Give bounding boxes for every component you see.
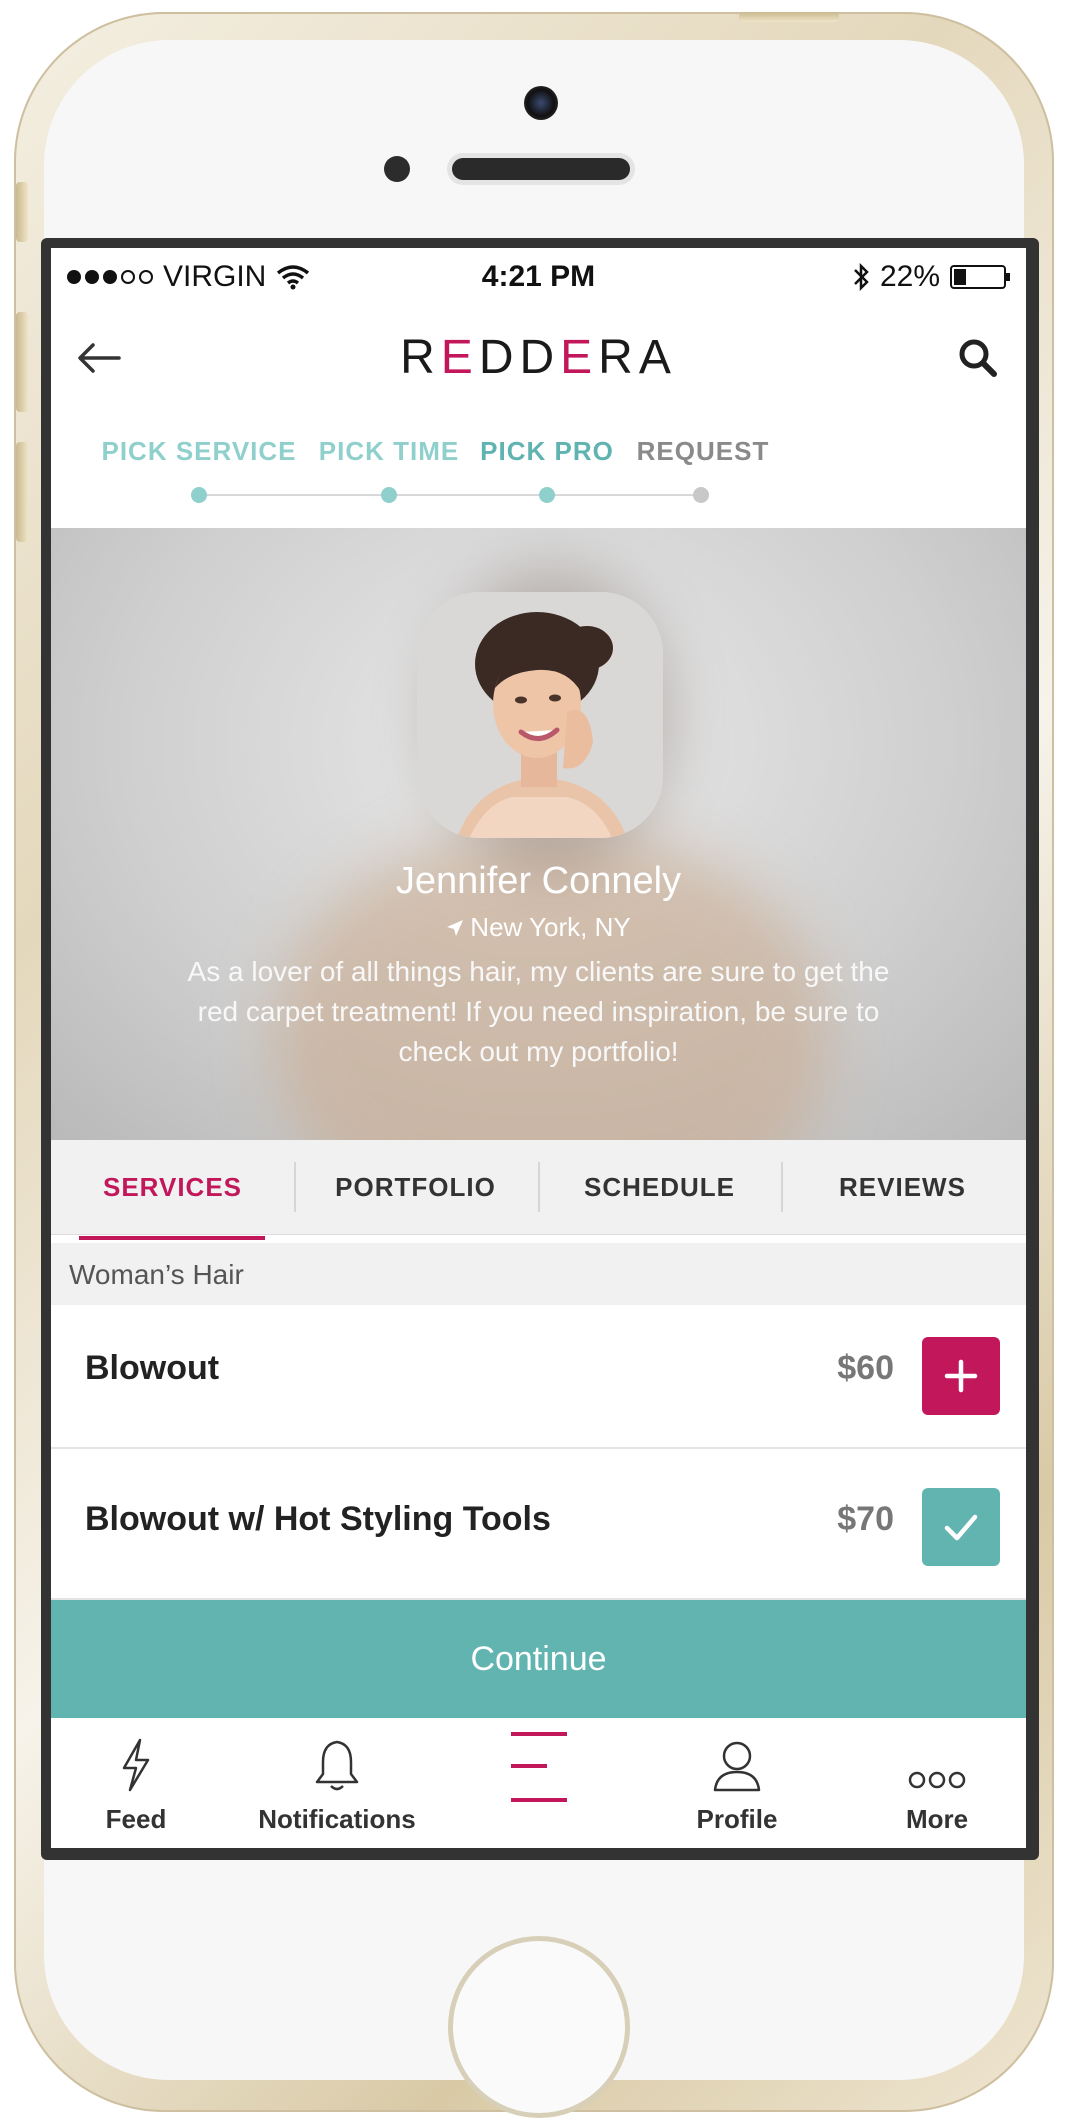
- profile-header: Jennifer Connely New York, NY As a lover…: [51, 528, 1026, 1140]
- service-row[interactable]: Blowout $60: [51, 1305, 1026, 1449]
- nav-profile[interactable]: Profile: [637, 1728, 837, 1848]
- service-name: Blowout: [85, 1349, 220, 1387]
- profile-tabs: SERVICES PORTFOLIO SCHEDULE REVIEWS: [51, 1140, 1026, 1235]
- selected-service-button[interactable]: [922, 1488, 1000, 1566]
- bluetooth-icon: [854, 262, 869, 292]
- home-button[interactable]: [448, 1936, 630, 2118]
- user-icon: [713, 1741, 761, 1792]
- booking-progress: PICK SERVICE PICK TIME PICK PRO REQUEST: [51, 428, 1026, 508]
- nav-feed[interactable]: Feed: [51, 1728, 236, 1848]
- menu-icon: [511, 1732, 567, 1802]
- active-tab-indicator: [79, 1236, 265, 1240]
- battery-percent: 22%: [879, 260, 940, 293]
- mute-switch: [16, 182, 28, 242]
- nav-label: Feed: [105, 1804, 167, 1834]
- step-dot: [539, 487, 555, 503]
- plus-icon: [944, 1359, 978, 1393]
- step-dot: [191, 487, 207, 503]
- search-icon[interactable]: [950, 330, 1006, 386]
- step-dot: [381, 487, 397, 503]
- nav-label: Notifications: [258, 1804, 416, 1834]
- status-right: 22%: [852, 260, 1010, 294]
- battery-icon: [950, 265, 1010, 289]
- pro-name: Jennifer Connely: [395, 860, 682, 902]
- app-bar: REDDERA: [51, 308, 1026, 408]
- tab-portfolio[interactable]: PORTFOLIO: [294, 1140, 537, 1234]
- step-pick-service[interactable]: PICK SERVICE: [101, 436, 296, 467]
- step-pick-time[interactable]: PICK TIME: [319, 436, 459, 467]
- nav-more[interactable]: More: [837, 1728, 1026, 1848]
- earpiece-speaker: [452, 158, 630, 180]
- proximity-sensor: [384, 156, 410, 182]
- front-camera: [524, 86, 558, 120]
- tab-services[interactable]: SERVICES: [51, 1140, 294, 1234]
- volume-up-button: [16, 312, 28, 412]
- pro-location-text: New York, NY: [470, 912, 631, 942]
- location-arrow-icon: [447, 920, 464, 936]
- step-request[interactable]: REQUEST: [637, 436, 770, 467]
- check-icon: [944, 1514, 978, 1541]
- step-pick-pro[interactable]: PICK PRO: [480, 436, 614, 467]
- nav-notifications[interactable]: Notifications: [237, 1728, 437, 1848]
- pro-location: New York, NY: [51, 912, 1026, 943]
- app-screen: VIRGIN 4:21 PM 22% REDDERA PICK SERVICE …: [51, 248, 1026, 1848]
- pro-bio: As a lover of all things hair, my client…: [187, 956, 890, 1067]
- nav-menu[interactable]: [439, 1728, 639, 1848]
- brand-logo: REDDERA: [400, 331, 677, 384]
- service-price: $60: [837, 1349, 894, 1387]
- nav-label: More: [905, 1804, 969, 1834]
- bell-icon: [315, 1740, 359, 1791]
- tab-schedule[interactable]: SCHEDULE: [538, 1140, 781, 1234]
- service-price: $70: [837, 1500, 894, 1538]
- more-icon: [908, 1771, 966, 1789]
- tab-reviews[interactable]: REVIEWS: [781, 1140, 1024, 1234]
- step-dot: [693, 487, 709, 503]
- power-button: [739, 12, 839, 22]
- progress-line: [199, 494, 701, 496]
- service-name: Blowout w/ Hot Styling Tools: [85, 1500, 551, 1538]
- volume-down-button: [16, 442, 28, 542]
- lightning-icon: [122, 1738, 150, 1792]
- section-title: Woman’s Hair: [69, 1259, 244, 1290]
- status-bar: VIRGIN 4:21 PM 22%: [51, 248, 1026, 304]
- bottom-nav: Feed Notifications Profile More: [51, 1718, 1026, 1848]
- continue-button[interactable]: Continue: [51, 1600, 1026, 1718]
- section-header: Woman’s Hair: [51, 1243, 1026, 1305]
- service-row[interactable]: Blowout w/ Hot Styling Tools $70: [51, 1456, 1026, 1600]
- nav-label: Profile: [696, 1804, 778, 1834]
- add-service-button[interactable]: [922, 1337, 1000, 1415]
- pro-avatar[interactable]: [417, 592, 663, 838]
- avatar-photo: [417, 592, 663, 838]
